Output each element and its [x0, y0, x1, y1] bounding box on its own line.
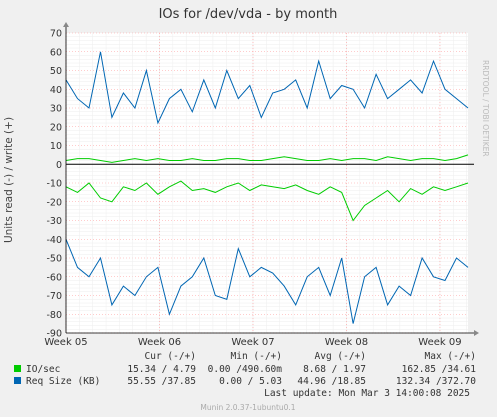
y-tick-label: 40 [50, 85, 62, 96]
x-tick-label: Week 05 [44, 337, 87, 348]
legend-header-min: Min (-/+) [231, 351, 282, 362]
legend-value-min: 0.00 /490.60m [208, 364, 283, 375]
y-tick-label: -80 [46, 310, 62, 321]
legend-value-cur: 15.34 / 4.79 [127, 364, 196, 375]
y-tick-label: -50 [46, 254, 62, 265]
y-tick-label: -70 [46, 291, 62, 302]
y-tick-label: 50 [50, 66, 62, 77]
last-update-text: Last update: Mon Mar 3 14:00:08 2025 [264, 388, 470, 399]
y-tick-label: 30 [50, 104, 62, 115]
y-tick-label: 20 [50, 122, 62, 133]
y-tick-label: -60 [46, 272, 62, 283]
x-tick-label: Week 08 [325, 337, 368, 348]
legend-value-max: 132.34 /372.70 [396, 376, 476, 387]
legend-label: Req Size (KB) [26, 376, 100, 387]
legend-value-max: 162.85 /34.61 [402, 364, 477, 375]
y-tick-label: -10 [46, 179, 62, 190]
y-axis-label: Units read (-) / write (+) [3, 117, 15, 243]
y-tick-label: 0 [56, 160, 62, 171]
x-tick-label: Week 06 [138, 337, 181, 348]
legend-value-avg: 44.96 /18.85 [297, 376, 366, 387]
x-tick-label: Week 09 [418, 337, 461, 348]
legend-header-max: Max (-/+) [425, 351, 476, 362]
y-tick-label: -40 [46, 235, 62, 246]
y-tick-label: 60 [50, 47, 62, 58]
legend-label: IO/sec [26, 364, 60, 375]
legend-swatch [14, 365, 21, 372]
legend-header-avg: Avg (-/+) [315, 351, 366, 362]
legend-value-avg: 8.68 / 1.97 [303, 364, 366, 375]
rrdtool-credit: RRDTOOL / TOBI OETIKER [481, 60, 490, 157]
legend-value-min: 0.00 / 5.03 [219, 376, 282, 387]
io-chart: IOs for /dev/vda - by month RRDTOOL / TO… [0, 0, 497, 417]
chart-title: IOs for /dev/vda - by month [159, 7, 338, 22]
y-tick-label: 10 [50, 141, 62, 152]
legend-header-cur: Cur (-/+) [145, 351, 196, 362]
legend-swatch [14, 377, 21, 384]
legend-value-cur: 55.55 /37.85 [127, 376, 196, 387]
y-tick-label: -20 [46, 197, 62, 208]
munin-version: Munin 2.0.37-1ubuntu0.1 [200, 403, 295, 412]
x-tick-label: Week 07 [231, 337, 274, 348]
y-tick-label: -30 [46, 216, 62, 227]
y-tick-label: 70 [50, 29, 62, 40]
